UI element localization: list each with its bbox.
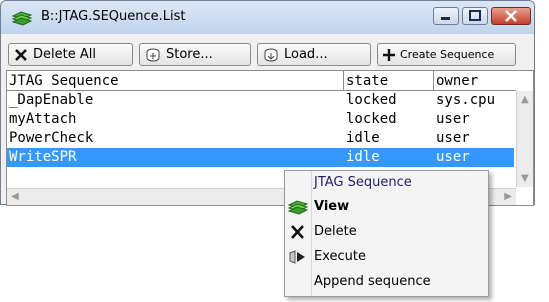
create-sequence-button[interactable]: Create Sequence xyxy=(377,43,516,66)
toolbar: Delete All Store... Load... Create Seque… xyxy=(8,38,529,68)
sequence-owner: user xyxy=(436,130,470,146)
store-label: Store... xyxy=(166,47,213,62)
menu-item-execute[interactable]: Execute xyxy=(285,245,488,269)
minimize-button[interactable] xyxy=(433,7,459,25)
column-header-owner[interactable]: owner xyxy=(434,71,516,91)
delete-all-button[interactable]: Delete All xyxy=(8,43,133,66)
menu-item-label: Execute xyxy=(314,249,366,264)
sequence-state: idle xyxy=(346,130,380,146)
scroll-down-icon[interactable]: ▼ xyxy=(521,173,529,184)
create-sequence-label: Create Sequence xyxy=(400,48,495,61)
sequence-state: locked xyxy=(346,92,397,108)
scroll-left-icon[interactable]: ◀ xyxy=(11,191,19,202)
menu-item-delete[interactable]: Delete xyxy=(285,220,488,244)
context-menu: JTAG Sequence View Delete Execute Append… xyxy=(284,170,489,297)
window-title: B::JTAG.SEQuence.List xyxy=(41,9,186,24)
delete-x-icon xyxy=(291,225,304,239)
table-row[interactable]: PowerCheck idle user xyxy=(7,129,514,148)
table-row-selected[interactable]: WriteSPR idle user xyxy=(7,148,514,167)
close-icon xyxy=(505,10,517,22)
table-row[interactable]: _DapEnable locked sys.cpu xyxy=(7,91,514,110)
load-icon xyxy=(264,48,278,61)
sequence-owner: user xyxy=(436,111,470,127)
load-button[interactable]: Load... xyxy=(257,43,371,66)
sequence-app-icon xyxy=(11,11,33,26)
column-header-sequence[interactable]: JTAG Sequence xyxy=(7,71,344,91)
vertical-scrollbar[interactable]: ▲ ▼ xyxy=(516,91,533,187)
minimize-icon xyxy=(441,17,450,20)
table-row[interactable]: myAttach locked user xyxy=(7,110,514,129)
sequence-state: idle xyxy=(346,149,380,165)
store-button[interactable]: Store... xyxy=(139,43,251,66)
scroll-up-icon[interactable]: ▲ xyxy=(521,94,529,105)
delete-x-icon xyxy=(15,48,27,61)
sequence-owner: user xyxy=(436,149,470,165)
maximize-button[interactable] xyxy=(462,7,488,25)
title-bar[interactable]: B::JTAG.SEQuence.List xyxy=(1,1,534,34)
sequence-owner: sys.cpu xyxy=(436,92,496,108)
sequence-name: PowerCheck xyxy=(9,130,94,146)
delete-all-label: Delete All xyxy=(33,47,96,62)
menu-item-label: Delete xyxy=(314,224,357,239)
menu-item-view[interactable]: View xyxy=(285,195,488,219)
scroll-right-icon[interactable]: ▶ xyxy=(504,191,512,202)
plus-icon xyxy=(383,48,395,61)
load-label: Load... xyxy=(284,47,328,62)
view-icon xyxy=(288,200,308,215)
sequence-name: WriteSPR xyxy=(9,149,77,165)
execute-icon xyxy=(289,250,305,264)
sequence-name: _DapEnable xyxy=(9,92,94,108)
menu-item-append-sequence[interactable]: Append sequence xyxy=(285,270,488,294)
menu-item-label: Append sequence xyxy=(314,274,431,289)
menu-item-label: View xyxy=(314,199,350,214)
sequence-state: locked xyxy=(346,111,397,127)
store-icon xyxy=(146,48,160,61)
sequence-name: myAttach xyxy=(9,111,77,127)
column-header-state[interactable]: state xyxy=(344,71,434,91)
maximize-icon xyxy=(469,10,481,21)
close-button[interactable] xyxy=(491,7,531,25)
context-menu-header: JTAG Sequence xyxy=(314,175,412,190)
